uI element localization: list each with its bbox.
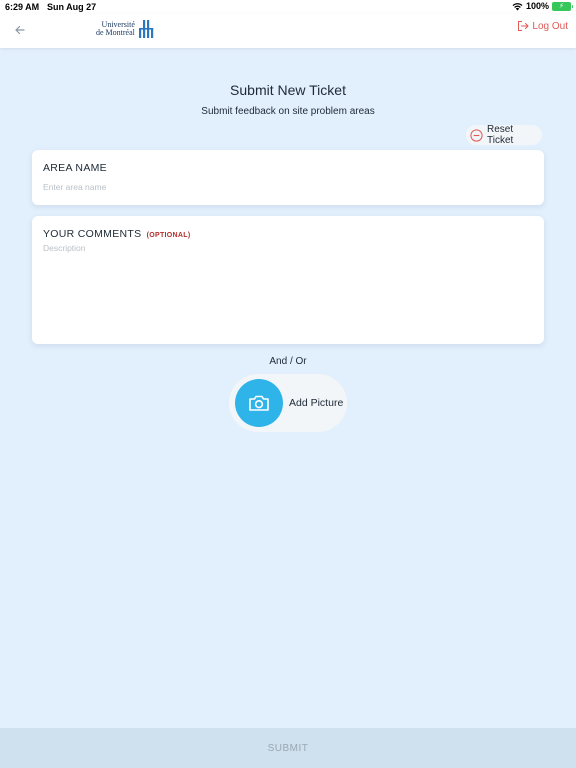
comments-label-row: YOUR COMMENTS (OPTIONAL) [43,228,190,240]
comments-label: YOUR COMMENTS [43,228,142,240]
battery-icon: ⚡ [552,1,573,11]
reset-ticket-button[interactable]: Reset Ticket [466,124,542,146]
and-or-text: And / Or [269,356,307,367]
area-name-input[interactable] [43,180,533,194]
status-time: 6:29 AM [5,2,40,12]
camera-button[interactable] [235,379,283,427]
page-title: Submit New Ticket [230,82,346,98]
add-picture-label: Add Picture [289,397,344,409]
submit-button[interactable]: SUBMIT [0,728,576,768]
comments-textarea[interactable] [43,243,533,333]
area-name-label: AREA NAME [43,162,107,174]
back-arrow-icon[interactable] [12,22,28,38]
comments-card: YOUR COMMENTS (OPTIONAL) [32,216,544,344]
logo-text: Université de Montréal [96,21,135,37]
logout-button[interactable]: Log Out [517,20,568,32]
battery-percent: 100% [525,1,549,11]
reset-ticket-label: Reset Ticket [487,124,514,146]
page-subtitle: Submit feedback on site problem areas [201,106,375,117]
submit-label: SUBMIT [267,742,309,754]
logo-line-2: de Montréal [96,28,135,37]
status-right: 100% ⚡ [512,1,573,11]
optional-tag: (OPTIONAL) [146,232,191,239]
status-date: Sun Aug 27 [47,2,97,12]
area-name-card: AREA NAME [32,150,544,205]
nav-bar: Université de Montréal Log Out [0,14,576,48]
logout-label: Log Out [532,20,568,32]
add-picture-button[interactable]: Add Picture [229,374,347,432]
minus-circle-icon [470,128,483,142]
logout-icon [518,21,529,31]
wifi-icon [512,2,523,10]
universite-de-montreal-logo: Université de Montréal [96,16,154,42]
status-bar: 6:29 AM Sun Aug 27 100% ⚡ [0,0,576,14]
camera-icon [249,395,269,411]
logo-mark-icon [138,20,154,38]
